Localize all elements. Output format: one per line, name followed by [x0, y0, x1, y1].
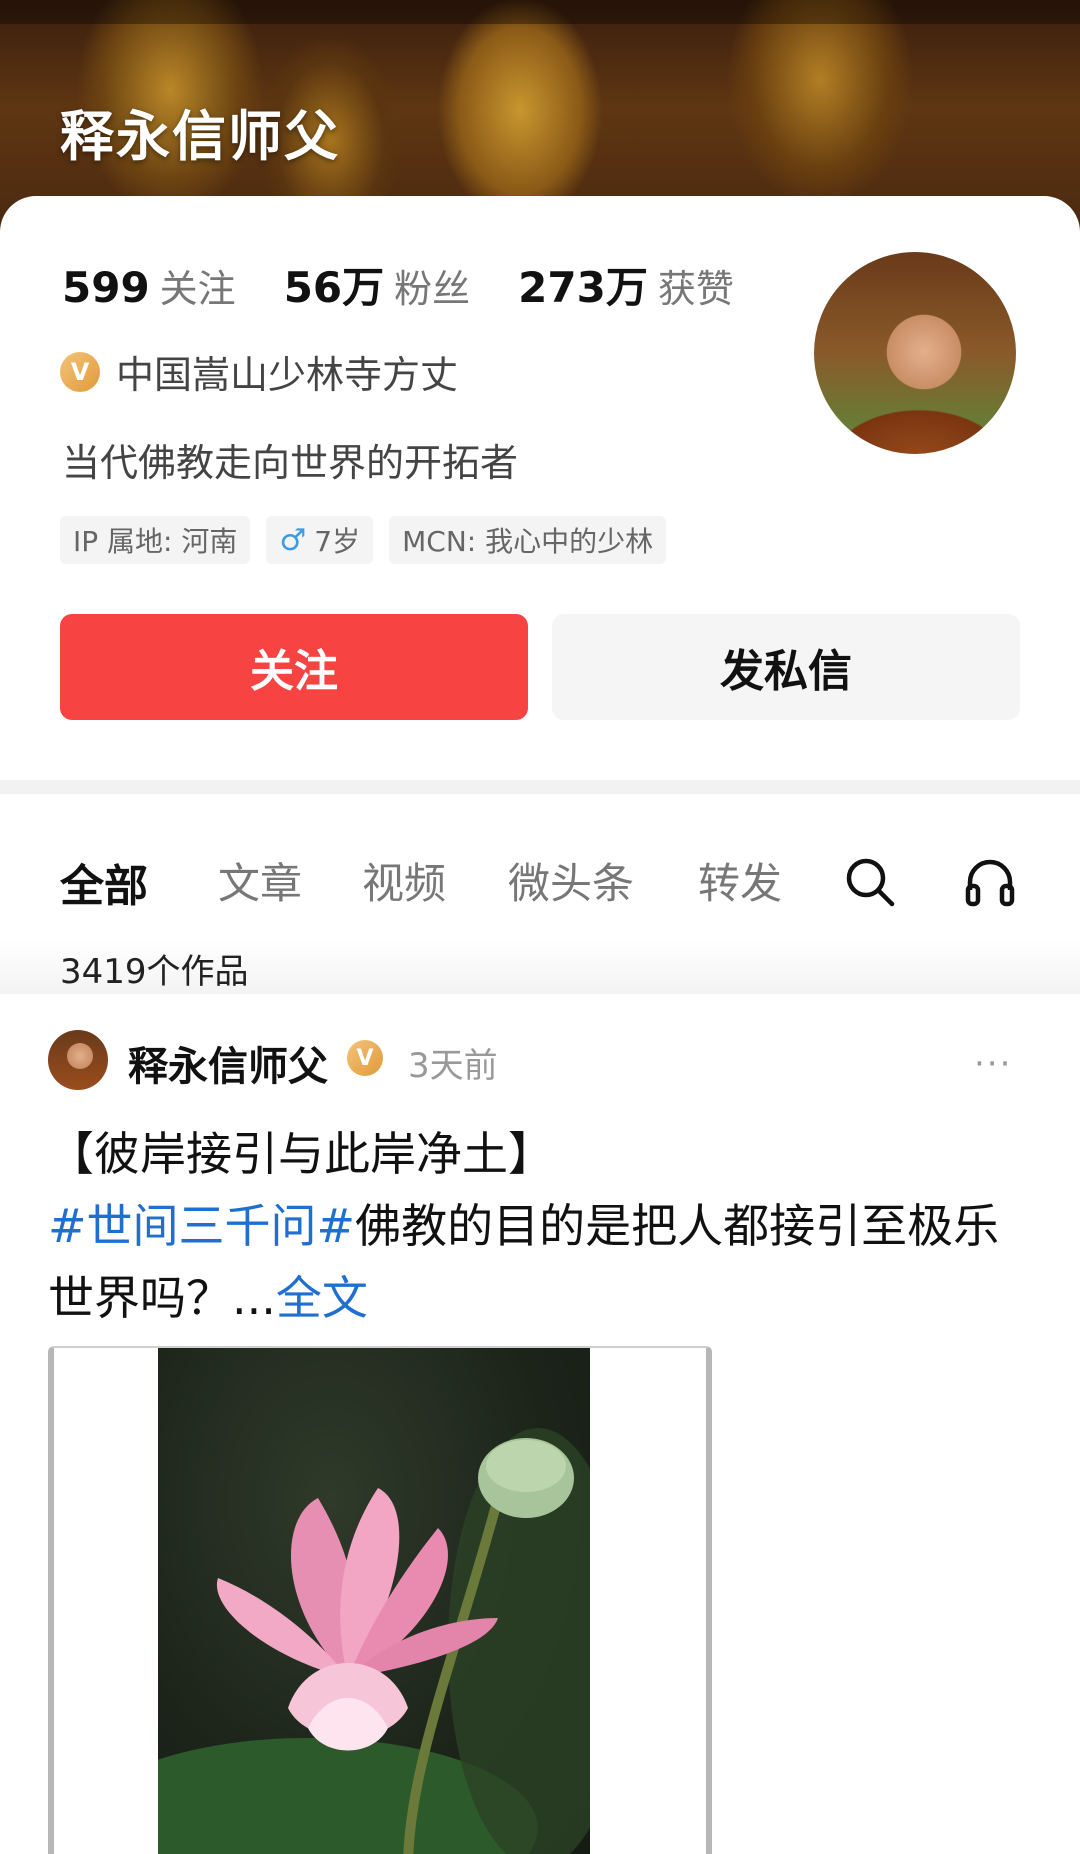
verification-row: V 中国嵩山少林寺方丈 — [60, 344, 458, 399]
lotus-flower-graphic — [78, 1428, 628, 1854]
post-timestamp: 3天前 — [408, 1046, 498, 1086]
works-count-bar: 3419个作品 — [0, 940, 1080, 994]
stat-likes-count: 273万 — [518, 263, 648, 312]
stat-following-label: 关注 — [159, 267, 236, 311]
stat-fans[interactable]: 56万 粉丝 — [284, 254, 470, 315]
post-author-avatar[interactable] — [48, 1030, 108, 1090]
message-button[interactable]: 发私信 — [552, 614, 1020, 720]
post-body[interactable]: 【彼岸接引与此岸净土】 #世间三千问#佛教的目的是把人都接引至极乐世界吗？...… — [48, 1118, 1038, 1334]
verification-text: 中国嵩山少林寺方丈 — [116, 353, 459, 397]
tab-reposts[interactable]: 转发 — [698, 850, 782, 911]
tab-videos[interactable]: 视频 — [362, 850, 446, 911]
profile-bio: 当代佛教走向世界的开拓者 — [62, 441, 519, 485]
verified-badge-icon: V — [60, 351, 100, 392]
stat-following-count: 599 — [62, 263, 150, 312]
stat-likes[interactable]: 273万 获赞 — [518, 254, 734, 315]
search-icon[interactable] — [842, 854, 898, 910]
profile-card: 599 关注 56万 粉丝 273万 获赞 V 中国嵩山少林寺方丈 当代佛教走向… — [0, 196, 1080, 780]
status-bar-shade — [0, 0, 1080, 24]
tab-micro-posts[interactable]: 微头条 — [508, 850, 634, 911]
profile-stats: 599 关注 56万 粉丝 273万 获赞 — [62, 254, 782, 315]
post-verified-badge-icon: V — [347, 1040, 383, 1076]
follow-button[interactable]: 关注 — [60, 614, 528, 720]
page-title: 释永信师父 — [60, 105, 340, 168]
tab-articles[interactable]: 文章 — [218, 850, 302, 911]
post-author-name[interactable]: 释永信师父 — [128, 1034, 328, 1092]
content-tabs: 全部 文章 视频 微头条 转发 — [0, 840, 1080, 920]
post-title: 【彼岸接引与此岸净土】 — [48, 1127, 554, 1181]
stat-fans-count: 56万 — [283, 263, 385, 312]
lotus-photo — [78, 1348, 628, 1854]
full-text-link[interactable]: 全文 — [276, 1271, 368, 1325]
stat-likes-label: 获赞 — [657, 267, 734, 311]
post-hashtag[interactable]: #世间三千问# — [48, 1199, 355, 1253]
stat-following[interactable]: 599 关注 — [62, 258, 236, 313]
male-icon: ♂ — [279, 522, 307, 558]
post-text-line: #世间三千问#佛教的目的是把人都接引至极乐世界吗？...全文 — [48, 1190, 1038, 1334]
section-divider — [0, 780, 1080, 794]
tab-all[interactable]: 全部 — [60, 850, 148, 914]
headphones-icon[interactable] — [962, 854, 1018, 910]
ip-location-tag: IP 属地: 河南 — [60, 516, 251, 564]
more-icon[interactable]: ··· — [974, 1044, 1012, 1084]
mcn-tag[interactable]: MCN: 我心中的少林 — [389, 516, 667, 564]
age-tag: ♂ 7岁 — [266, 516, 374, 564]
profile-tags: IP 属地: 河南 ♂ 7岁 MCN: 我心中的少林 — [60, 516, 682, 564]
stat-fans-label: 粉丝 — [394, 267, 471, 311]
works-count: 3419个作品 — [60, 952, 249, 992]
age-text: 7岁 — [314, 525, 361, 558]
post-image[interactable] — [48, 1346, 712, 1854]
avatar[interactable] — [810, 248, 1020, 458]
